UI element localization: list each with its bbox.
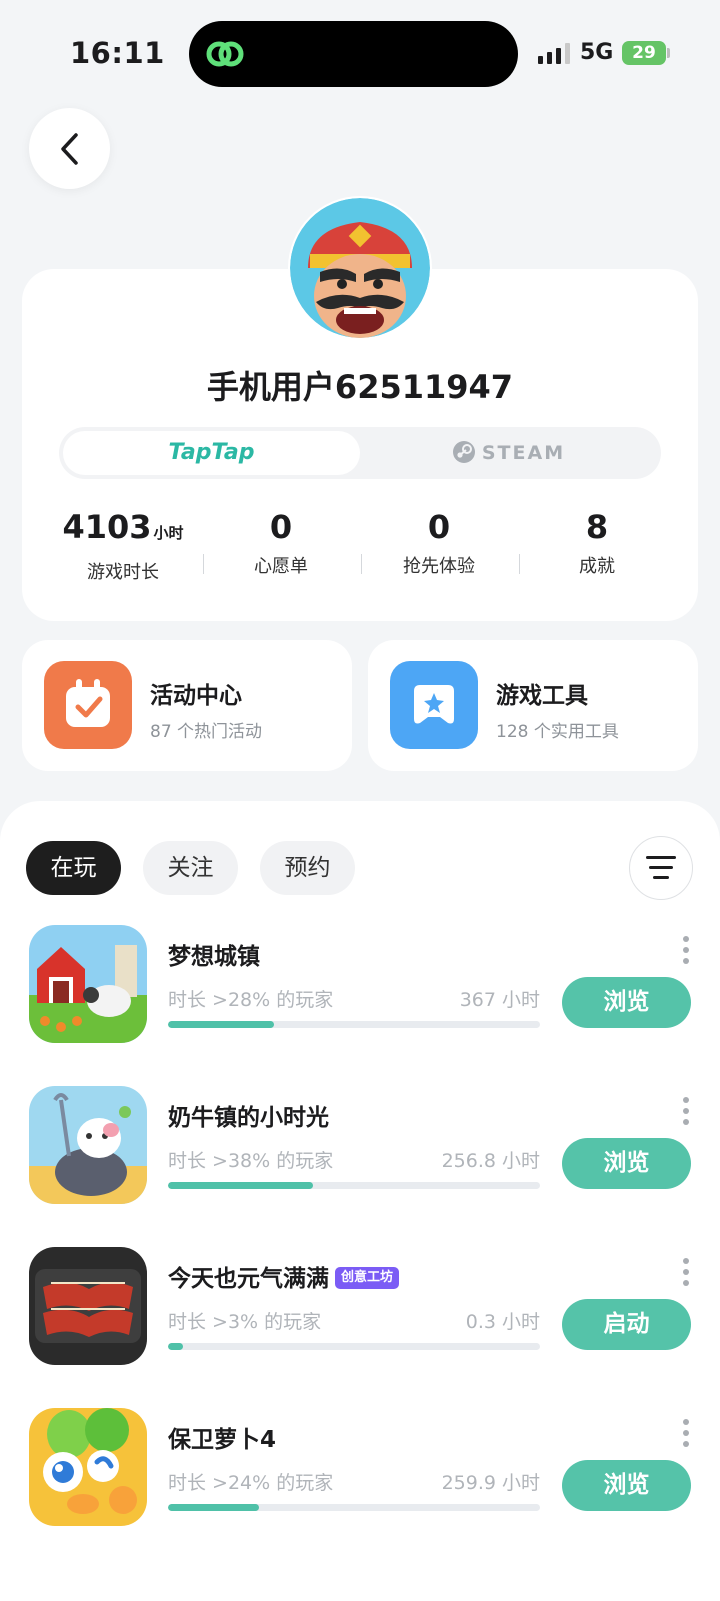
stat-value: 8 bbox=[585, 508, 609, 546]
network-type: 5G bbox=[580, 40, 614, 65]
more-icon[interactable] bbox=[682, 1096, 690, 1126]
more-icon[interactable] bbox=[682, 1418, 690, 1448]
link-app-icon bbox=[206, 41, 244, 67]
list-item[interactable]: 奶牛镇的小时光 时长 >38% 的玩家 256.8 小时 浏览 bbox=[0, 1086, 720, 1216]
sort-button[interactable] bbox=[629, 836, 693, 900]
game-name-text: 今天也元气满满 bbox=[168, 1266, 329, 1292]
game-hours: 0.3 小时 bbox=[465, 1311, 540, 1333]
game-rank: 时长 >28% 的玩家 bbox=[168, 989, 334, 1011]
game-icon bbox=[29, 1086, 147, 1204]
game-tools-subtitle: 128 个实用工具 bbox=[496, 722, 619, 742]
stat-early-access[interactable]: 0 抢先体验 bbox=[360, 505, 518, 578]
list-item[interactable]: 梦想城镇 时长 >28% 的玩家 367 小时 浏览 bbox=[0, 925, 720, 1055]
steam-label: STEAM bbox=[481, 442, 566, 464]
progress-bar bbox=[168, 1021, 540, 1028]
username: 手机用户62511947 bbox=[206, 368, 514, 406]
game-name: 保卫萝卜4 bbox=[168, 1427, 277, 1453]
status-time: 16:11 bbox=[70, 36, 165, 70]
avatar-image bbox=[290, 198, 430, 338]
game-hours: 259.9 小时 bbox=[441, 1472, 540, 1494]
game-name: 奶牛镇的小时光 bbox=[168, 1105, 329, 1131]
more-icon[interactable] bbox=[682, 1257, 690, 1287]
game-icon bbox=[29, 1408, 147, 1526]
tab-reserved[interactable]: 预约 bbox=[260, 841, 355, 895]
chevron-left-icon bbox=[61, 133, 78, 165]
battery-icon: 29 bbox=[622, 41, 666, 65]
stat-wishlist[interactable]: 0 心愿单 bbox=[202, 505, 360, 578]
game-hours: 256.8 小时 bbox=[441, 1150, 540, 1172]
platform-toggle: TapTap STEAM bbox=[59, 427, 661, 479]
stat-value: 0 bbox=[427, 508, 451, 546]
progress-fill bbox=[168, 1021, 275, 1028]
game-name: 今天也元气满满 创意工坊 bbox=[168, 1259, 400, 1293]
browse-button[interactable]: 浏览 bbox=[562, 1138, 691, 1189]
game-rank: 时长 >24% 的玩家 bbox=[168, 1472, 334, 1494]
game-rank: 时长 >3% 的玩家 bbox=[168, 1311, 322, 1333]
stat-playtime[interactable]: 4103 小时 游戏时长 bbox=[44, 505, 202, 584]
stat-achievements[interactable]: 8 成就 bbox=[518, 505, 676, 578]
gamepad-icon bbox=[390, 661, 478, 749]
progress-fill bbox=[168, 1504, 260, 1511]
event-center-title: 活动中心 bbox=[150, 683, 242, 709]
stat-value: 4103 bbox=[62, 508, 152, 546]
progress-bar bbox=[168, 1343, 540, 1350]
list-item[interactable]: 保卫萝卜4 时长 >24% 的玩家 259.9 小时 浏览 bbox=[0, 1408, 720, 1538]
event-center-card[interactable]: 活动中心 87 个热门活动 bbox=[22, 640, 352, 771]
game-icon bbox=[29, 925, 147, 1043]
calendar-check-icon bbox=[44, 661, 132, 749]
stat-label: 成就 bbox=[579, 556, 615, 577]
game-tools-title: 游戏工具 bbox=[496, 683, 588, 709]
sort-icon bbox=[646, 856, 676, 879]
game-name: 梦想城镇 bbox=[168, 944, 260, 970]
stat-label: 心愿单 bbox=[254, 556, 308, 577]
list-item[interactable]: 今天也元气满满 创意工坊 时长 >3% 的玩家 0.3 小时 启动 bbox=[0, 1247, 720, 1377]
tab-taptap[interactable]: TapTap bbox=[63, 431, 360, 475]
back-button[interactable] bbox=[29, 108, 110, 189]
progress-fill bbox=[168, 1182, 314, 1189]
tab-playing[interactable]: 在玩 bbox=[26, 841, 121, 895]
steam-icon bbox=[452, 440, 475, 463]
game-hours: 367 小时 bbox=[459, 989, 540, 1011]
stat-label: 游戏时长 bbox=[87, 562, 159, 583]
event-center-subtitle: 87 个热门活动 bbox=[150, 722, 263, 742]
status-bar: 16:11 5G 29 bbox=[0, 0, 720, 100]
tab-following[interactable]: 关注 bbox=[143, 841, 238, 895]
signal-icon bbox=[538, 43, 570, 64]
battery-cap bbox=[667, 48, 670, 58]
browse-button[interactable]: 浏览 bbox=[562, 977, 691, 1028]
stat-label: 抢先体验 bbox=[403, 556, 475, 577]
progress-fill bbox=[168, 1343, 183, 1350]
workshop-badge: 创意工坊 bbox=[335, 1266, 400, 1289]
launch-button[interactable]: 启动 bbox=[562, 1299, 691, 1350]
game-tools-card[interactable]: 游戏工具 128 个实用工具 bbox=[368, 640, 698, 771]
dynamic-island bbox=[189, 21, 518, 87]
game-rank: 时长 >38% 的玩家 bbox=[168, 1150, 334, 1172]
stat-unit: 小时 bbox=[153, 524, 184, 542]
browse-button[interactable]: 浏览 bbox=[562, 1460, 691, 1511]
progress-bar bbox=[168, 1504, 540, 1511]
tab-steam[interactable]: STEAM bbox=[360, 431, 657, 475]
game-icon bbox=[29, 1247, 147, 1365]
progress-bar bbox=[168, 1182, 540, 1189]
stat-value: 0 bbox=[269, 508, 293, 546]
more-icon[interactable] bbox=[682, 935, 690, 965]
avatar[interactable] bbox=[290, 198, 430, 338]
